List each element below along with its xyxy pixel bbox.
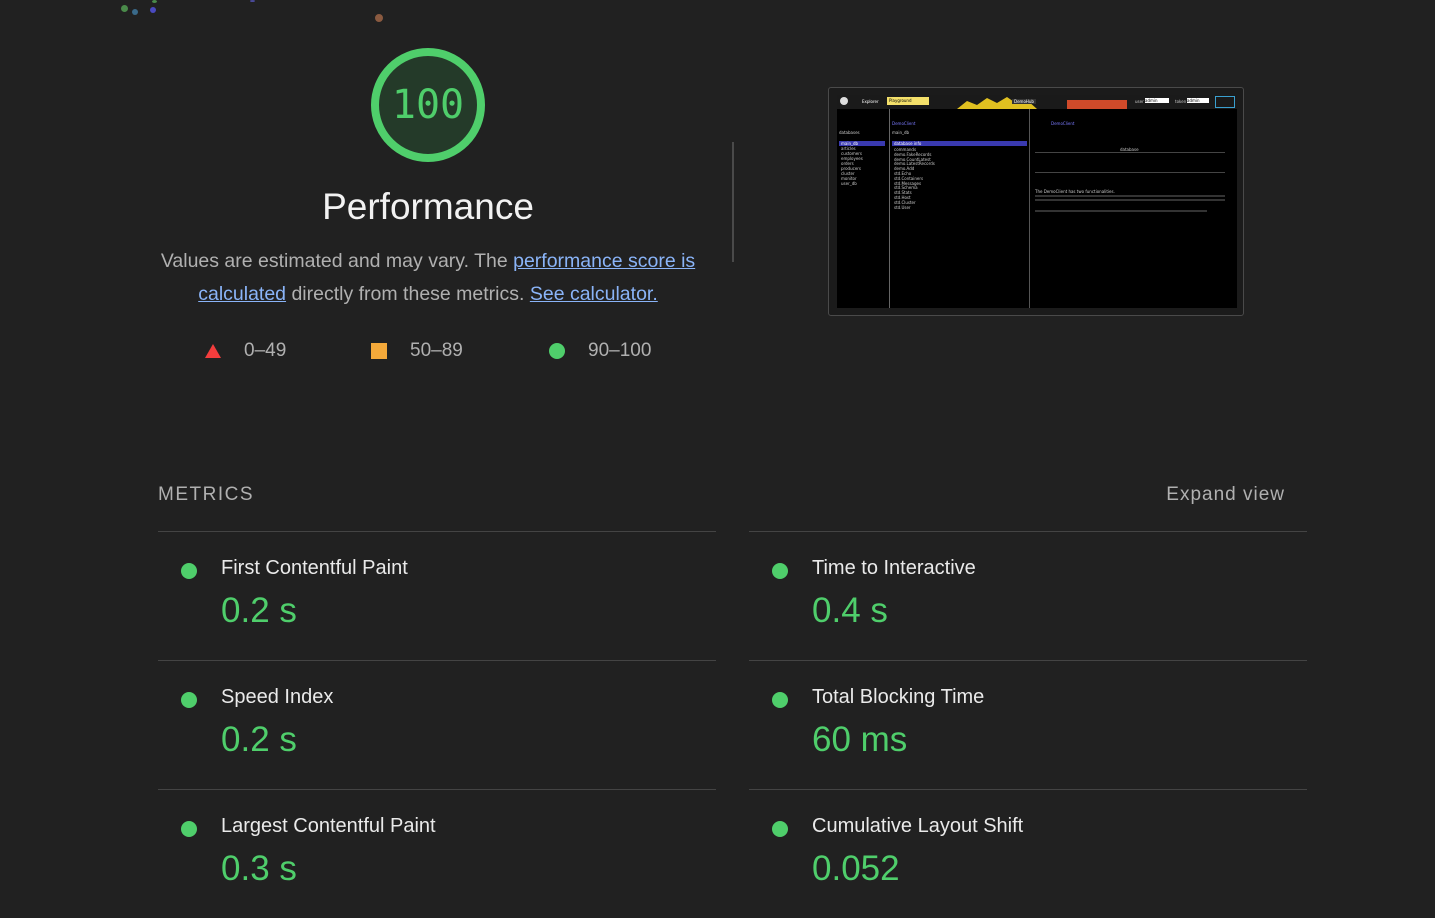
metric-value: 0.2 s [221,591,297,630]
confetti-dot [375,14,383,22]
thumb-client: DemoClient [892,121,916,126]
metrics-header: METRICS [158,484,254,505]
pass-circle-icon [181,821,197,837]
confetti-dot [132,9,138,15]
metric-largest-contentful-paint: Largest Contentful Paint 0.3 s [158,789,716,918]
confetti-dot [121,5,128,12]
legend-pass-label: 90–100 [588,340,652,361]
pass-circle-icon [772,563,788,579]
pass-circle-icon [181,563,197,579]
metric-total-blocking-time: Total Blocking Time 60 ms [749,660,1307,789]
thumb-token-value: admin [1187,98,1209,103]
vertical-divider [732,142,734,262]
thumb-db-list: main_db articles customers employees orders p… [841,141,863,186]
metric-label: Cumulative Layout Shift [812,815,1024,837]
circle-icon [549,343,565,359]
metric-first-contentful-paint: First Contentful Paint 0.2 s [158,531,716,660]
pass-circle-icon [772,692,788,708]
thumb-right-text: The DemoClient has two functionalities. [1035,189,1115,194]
legend-pass: 90–100 [548,340,651,362]
thumb-token-label: token [1175,99,1187,104]
thumb-tab-playground: Playground [889,98,912,103]
thumb-hub: DemoHub [1012,99,1036,104]
thumb-db-name: main_db [892,130,910,135]
thumb-user-value: admin [1145,98,1169,103]
score-description: Values are estimated and may vary. The p… [158,245,698,311]
metric-label: Total Blocking Time [812,686,985,708]
thumb-command-item: std.User [894,204,911,210]
legend-fail-label: 0–49 [244,340,287,361]
pass-circle-icon [181,692,197,708]
screenshot-content: Explorer Playground DemoHub user admin t… [837,95,1237,308]
confetti-dot [250,0,255,2]
metric-label: First Contentful Paint [221,557,408,579]
metric-cumulative-layout-shift: Cumulative Layout Shift 0.052 [749,789,1307,918]
metric-value: 60 ms [812,720,908,759]
metric-value: 0.052 [812,849,900,888]
thumb-tab-explorer: Explorer [862,99,879,104]
gauge-score: 100 [391,82,465,128]
triangle-icon [205,344,221,358]
thumb-section: database info [894,141,922,146]
metric-value: 0.2 s [221,720,297,759]
legend-fail: 0–49 [204,340,286,362]
gauge-title: Performance [322,186,534,227]
thumb-command-list: commands demo.FakeRecords demo.CountLatest… [894,147,935,210]
thumb-db-item: user_db [841,181,857,186]
expand-view-toggle[interactable]: Expand view [1166,484,1285,506]
legend-average: 50–89 [370,340,463,362]
final-screenshot[interactable]: Explorer Playground DemoHub user admin t… [828,87,1244,316]
metric-label: Speed Index [221,686,334,708]
thumb-left-header: databases [839,130,860,135]
thumb-user-label: user [1135,99,1144,104]
pass-circle-icon [772,821,788,837]
metric-label: Largest Contentful Paint [221,815,436,837]
metric-label: Time to Interactive [812,557,976,579]
confetti-dot [152,0,157,3]
metric-speed-index: Speed Index 0.2 s [158,660,716,789]
description-prefix: Values are estimated and may vary. The [160,250,514,272]
square-icon [371,343,387,359]
confetti-dot [150,7,156,13]
thumb-activity-graph [957,97,1127,109]
legend-average-label: 50–89 [410,340,463,361]
metric-time-to-interactive: Time to Interactive 0.4 s [749,531,1307,660]
metric-value: 0.4 s [812,591,888,630]
performance-gauge: 100 [369,46,487,164]
calculator-link[interactable]: See calculator. [530,283,658,305]
metric-value: 0.3 s [221,849,297,888]
description-middle: directly from these metrics. [286,283,530,305]
